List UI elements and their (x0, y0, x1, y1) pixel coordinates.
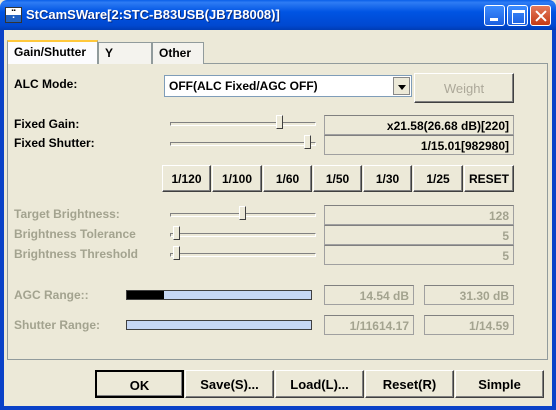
fixed-shutter-label: Fixed Shutter: (14, 136, 95, 150)
alc-mode-value: OFF(ALC Fixed/AGC OFF) (169, 79, 318, 93)
fixed-shutter-slider-track[interactable] (170, 142, 316, 146)
agc-range-label: AGC Range:: (14, 288, 89, 302)
window-frame-bottom (0, 406, 556, 410)
fixed-gain-slider-track[interactable] (170, 122, 316, 126)
brightness-threshold-value: 5 (324, 245, 514, 265)
preset-1-100-button[interactable]: 1/100 (212, 165, 262, 192)
window-frame-left (0, 30, 4, 410)
preset-1-25-button[interactable]: 1/25 (413, 165, 463, 192)
window-title: StCamSWare[2:STC-B83USB(JB7B8008)] (26, 7, 280, 22)
shutter-range-min: 1/11614.17 (324, 315, 414, 335)
title-bar[interactable]: ▪▪ ▪ StCamSWare[2:STC-B83USB(JB7B8008)] (0, 0, 556, 30)
close-button[interactable] (530, 5, 551, 26)
preset-1-60-button[interactable]: 1/60 (263, 165, 312, 192)
brightness-tolerance-slider-thumb[interactable] (172, 226, 180, 240)
chevron-down-icon[interactable] (393, 77, 410, 95)
save-button[interactable]: Save(S)... (185, 370, 274, 398)
shutter-range-bar (126, 320, 312, 330)
alc-mode-select[interactable]: OFF(ALC Fixed/AGC OFF) (164, 75, 412, 97)
reset-button[interactable]: Reset(R) (365, 370, 454, 398)
fixed-shutter-value: 1/15.01[982980] (324, 135, 514, 155)
minimize-button[interactable] (484, 5, 505, 26)
load-button[interactable]: Load(L)... (275, 370, 364, 398)
brightness-tolerance-label: Brightness Tolerance (14, 227, 136, 241)
brightness-threshold-label: Brightness Threshold (14, 247, 139, 261)
agc-range-min: 14.54 dB (324, 285, 414, 305)
agc-range-max: 31.30 dB (424, 285, 514, 305)
tab-y[interactable]: Y (98, 42, 152, 64)
target-brightness-value: 128 (324, 205, 514, 225)
alc-mode-label: ALC Mode: (14, 77, 78, 91)
preset-1-50-button[interactable]: 1/50 (313, 165, 362, 192)
ok-button[interactable]: OK (95, 370, 184, 398)
shutter-range-label: Shutter Range: (14, 318, 101, 332)
brightness-threshold-slider-track[interactable] (170, 253, 316, 257)
target-brightness-label: Target Brightness: (14, 207, 120, 221)
tab-other[interactable]: Other (152, 42, 204, 64)
agc-range-bar-fill (127, 291, 164, 299)
weight-button[interactable]: Weight (414, 73, 514, 103)
window-frame-right (552, 30, 556, 410)
simple-button[interactable]: Simple (455, 370, 544, 398)
agc-range-bar (126, 290, 312, 300)
tab-gain-shutter[interactable]: Gain/Shutter (7, 40, 98, 64)
preset-1-120-button[interactable]: 1/120 (162, 165, 211, 192)
fixed-gain-slider-thumb[interactable] (276, 115, 284, 129)
brightness-tolerance-value: 5 (324, 225, 514, 245)
shutter-range-max: 1/14.59 (424, 315, 514, 335)
brightness-tolerance-slider-track[interactable] (170, 233, 316, 237)
fixed-shutter-slider-thumb[interactable] (303, 135, 311, 149)
preset-1-30-button[interactable]: 1/30 (363, 165, 412, 192)
fixed-gain-value: x21.58(26.68 dB)[220] (324, 115, 514, 135)
maximize-button[interactable] (507, 5, 528, 26)
brightness-threshold-slider-thumb[interactable] (172, 246, 180, 260)
app-icon[interactable]: ▪▪ ▪ (5, 7, 22, 23)
target-brightness-slider-thumb[interactable] (239, 206, 246, 220)
fixed-gain-label: Fixed Gain: (14, 117, 80, 131)
reset-preset-button[interactable]: RESET (464, 165, 514, 192)
